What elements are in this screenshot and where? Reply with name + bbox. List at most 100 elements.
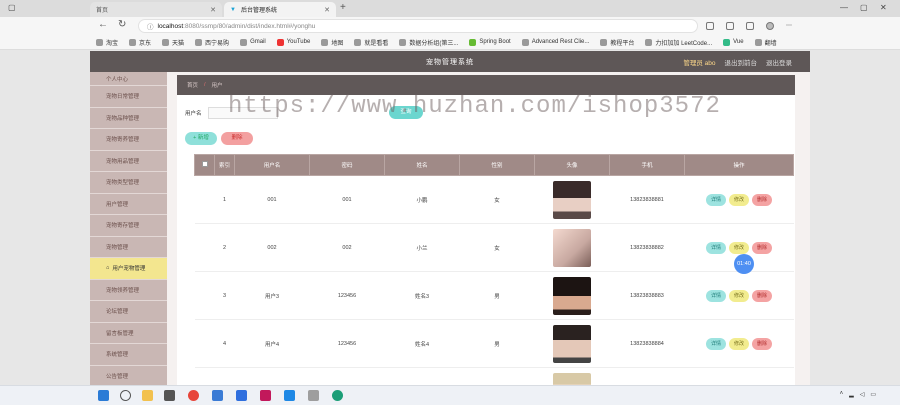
cell-avatar [534,367,610,385]
favorites-icon[interactable] [726,22,734,30]
row-checkbox[interactable] [194,223,215,272]
sidebar-item-notices[interactable]: 公告管理 [90,366,167,386]
ide-icon[interactable] [260,390,271,401]
view-button[interactable]: 详情 [705,289,726,302]
bookmark[interactable]: 天猫 [162,38,184,47]
address-input[interactable]: ⓘ localhost :8080/ssmp/80/admin/dist/ind… [138,19,698,33]
bookmark[interactable]: 西宁易购 [195,38,229,47]
volume-icon[interactable]: ◁ [860,391,865,398]
row-checkbox[interactable] [194,271,215,320]
bookmark[interactable]: YouTube [276,38,310,46]
browser-tab-home[interactable]: 首页 ✕ [90,2,222,17]
sidebar-item-pet-daily[interactable]: 宠物日常管理 [90,86,167,108]
bookmark[interactable]: Vue [723,38,744,46]
sidebar-item-user-pets[interactable]: ⌂ 用户宠物管理 [90,258,167,280]
bookmark[interactable]: 数据分析组(第三... [399,38,458,47]
breadcrumb: 首页 / 用户 [177,75,795,95]
tool-icon[interactable] [308,390,319,401]
maximize-icon[interactable]: ▢ [860,3,868,12]
select-all-checkbox[interactable] [194,154,215,176]
sidebar-item-pet-supplies[interactable]: 宠物用品管理 [90,151,167,172]
app-icon[interactable] [212,390,223,401]
col-phone[interactable]: 手机 [609,154,685,176]
notification-icon[interactable]: ▭ [870,391,876,398]
cell-username: 用户4 [234,319,310,368]
search-icon[interactable] [120,390,131,401]
sidebar-item-pet-type[interactable]: 宠物类型管理 [90,172,167,194]
sidebar-item-messages[interactable]: 留言板管理 [90,323,167,344]
col-gender[interactable]: 性别 [459,154,535,176]
bookmark[interactable]: 京东 [129,38,151,47]
batch-delete-button[interactable]: 删除 [221,132,253,145]
exit-to-front-link[interactable]: 退出到前台 [725,57,758,67]
sidebar-item-pet-foster[interactable]: 宠物寄养管理 [90,129,167,151]
view-button[interactable]: 详情 [705,193,726,206]
network-icon[interactable]: ▂ [849,391,854,398]
col-username[interactable]: 用户名 [234,154,310,176]
current-user: 管理员 abo [683,60,716,67]
collections-icon[interactable] [746,22,754,30]
edit-button[interactable]: 修改 [728,289,749,302]
cell-username: 用户3 [234,271,310,320]
sidebar-item-profile[interactable]: 个人中心 [90,72,167,86]
delete-button[interactable]: 删除 [752,241,773,254]
bookmark[interactable]: 翻墙 [754,38,777,47]
back-icon[interactable]: ← [98,19,108,30]
delete-button[interactable]: 删除 [752,193,773,206]
zoom-icon[interactable] [706,22,714,30]
new-tab-button[interactable]: + [340,2,346,13]
pycharm-icon[interactable] [236,390,247,401]
cell-gender: 女 [459,223,535,272]
file-explorer-icon[interactable] [142,390,153,401]
logout-link[interactable]: 退出登录 [766,57,792,67]
add-button[interactable]: + 新增 [185,132,217,145]
close-icon[interactable]: ✕ [324,6,330,14]
edit-button[interactable]: 修改 [728,193,749,206]
sidebar-item-forum[interactable]: 论坛管理 [90,301,167,323]
bookmark[interactable]: Advanced Rest Clie... [521,38,589,46]
edit-button[interactable]: 修改 [728,337,749,350]
sidebar-item-system[interactable]: 系统管理 [90,344,167,366]
browser-tab-admin[interactable]: ▼ 后台管理系统 ✕ [224,2,336,17]
edge-icon[interactable] [332,390,343,401]
bookmark[interactable]: Spring Boot [469,38,511,46]
sidebar-item-pet-breed[interactable]: 宠物品种管理 [90,108,167,129]
bookmark[interactable]: 淘宝 [96,38,118,47]
sidebar-item-pet-storage[interactable]: 宠物寄存管理 [90,215,167,237]
bookmark[interactable]: 就是看看 [354,38,388,47]
view-button[interactable]: 详情 [705,337,726,350]
sidebar-item-pet-adoption[interactable]: 宠物领养管理 [90,280,167,301]
delete-button[interactable]: 删除 [752,337,773,350]
bookmark[interactable]: 地图 [321,38,343,47]
row-checkbox[interactable] [194,319,215,368]
window-menu-icon[interactable]: ▢ [8,3,16,12]
bookmark[interactable]: 教程平台 [600,38,634,47]
row-checkbox[interactable] [194,175,215,224]
cell-phone: 13823838884 [609,319,685,368]
edit-button[interactable]: 修改 [728,241,749,254]
sidebar-item-pets[interactable]: 宠物管理 [90,237,167,258]
view-button[interactable]: 详情 [705,241,726,254]
col-password[interactable]: 密码 [309,154,385,176]
profile-avatar[interactable] [766,22,774,30]
breadcrumb-home[interactable]: 首页 [187,81,198,89]
taskview-icon[interactable] [164,390,175,401]
more-icon[interactable]: ⋯ [786,22,794,30]
delete-button[interactable]: 删除 [752,289,773,302]
cell-avatar [534,271,610,320]
sidebar-item-users[interactable]: 用户管理 [90,194,167,215]
floating-timer-badge[interactable]: 01:40 [734,254,754,274]
minimize-icon[interactable]: — [840,3,848,12]
cell-name: 小兰 [384,223,460,272]
refresh-icon[interactable]: ↻ [118,19,126,30]
chrome-icon[interactable] [188,390,199,401]
close-icon[interactable]: ✕ [210,6,216,14]
bookmark[interactable]: 力扣加加 LeetCode... [645,38,712,47]
close-window-icon[interactable]: ✕ [880,3,887,12]
windows-start-icon[interactable] [98,390,109,401]
bookmark[interactable]: Gmail [240,38,266,46]
chevron-up-icon[interactable]: ˄ [840,391,844,398]
col-name[interactable]: 姓名 [384,154,460,176]
cell-username: 002 [234,223,310,272]
vscode-icon[interactable] [284,390,295,401]
